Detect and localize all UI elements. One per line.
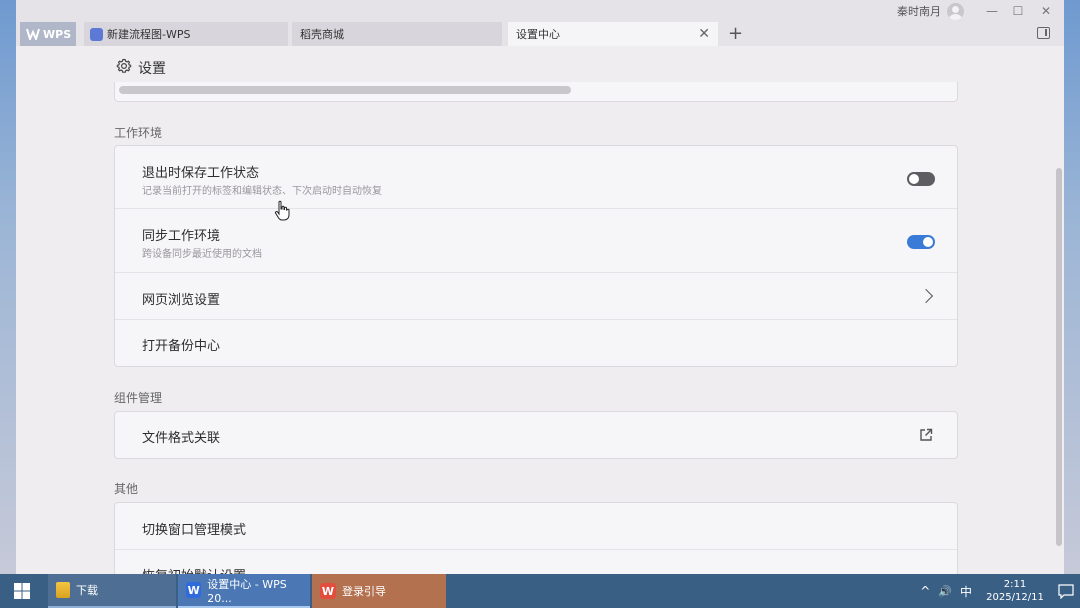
previous-card-bottom	[114, 82, 958, 102]
row-sync-workspace: 同步工作环境 跨设备同步最近使用的文档	[115, 209, 957, 273]
taskbar: 下载 W 设置中心 - WPS 20... W 登录引导 ^ 🔊 中 2:11 …	[0, 574, 1080, 608]
clock-time: 2:11	[1003, 579, 1027, 590]
wps-icon: W	[320, 583, 336, 599]
row-switch-window-mode[interactable]: 切换窗口管理模式	[115, 503, 957, 550]
flowchart-icon	[90, 27, 103, 41]
user-name: 秦时南月	[897, 5, 941, 18]
minimize-button[interactable]: —	[982, 2, 1002, 20]
taskbar-item-downloads[interactable]: 下载	[48, 574, 176, 608]
volume-icon[interactable]: 🔊	[938, 585, 952, 598]
notification-icon[interactable]	[1052, 574, 1080, 608]
section-label-other: 其他	[114, 482, 139, 496]
row-title: 文件格式关联	[142, 431, 221, 446]
components-card: 文件格式关联	[114, 411, 958, 459]
row-title: 退出时保存工作状态	[142, 166, 260, 181]
row-description: 记录当前打开的标签和编辑状态、下次启动时自动恢复	[142, 186, 382, 197]
chat-bubble-icon	[1058, 583, 1074, 599]
sidebar-toggle-icon[interactable]	[1037, 27, 1050, 39]
clock-date: 2025/12/11	[986, 592, 1044, 603]
tab-settings-center[interactable]: 设置中心 ✕	[508, 22, 718, 46]
ime-indicator[interactable]: 中	[960, 583, 972, 600]
row-description: 跨设备同步最近使用的文档	[142, 249, 262, 260]
clock[interactable]: 2:11 2025/12/11	[984, 578, 1046, 604]
system-tray: ^ 🔊 中 2:11 2025/12/11	[912, 574, 1080, 608]
tab-label: 新建流程图-WPS	[107, 28, 191, 41]
desktop-background-left	[0, 0, 16, 574]
external-link-icon	[920, 428, 933, 441]
start-button[interactable]	[0, 574, 44, 608]
gear-icon	[116, 58, 132, 73]
section-label-components: 组件管理	[114, 391, 163, 405]
settings-content: 工作环境 退出时保存工作状态 记录当前打开的标签和编辑状态、下次启动时自动恢复 …	[16, 82, 1064, 574]
save-state-toggle[interactable]	[907, 172, 935, 186]
user-account[interactable]: 秦时南月	[897, 1, 964, 21]
tray-chevron-icon[interactable]: ^	[920, 584, 930, 598]
taskbar-item-login-guide[interactable]: W 登录引导	[312, 574, 446, 608]
row-title: 打开备份中心	[142, 339, 221, 354]
wps-window: 秦时南月 — ☐ ✕ WPS 新建流程图-WPS 稻壳商城 设置中心 ✕ + 设…	[16, 0, 1064, 574]
tab-strip: WPS 新建流程图-WPS 稻壳商城 设置中心 ✕ +	[16, 22, 1064, 46]
taskbar-item-label: 登录引导	[342, 585, 386, 598]
wps-icon: W	[186, 582, 202, 598]
taskbar-item-label: 设置中心 - WPS 20...	[207, 577, 287, 605]
folder-icon	[56, 582, 70, 598]
tab-docer-mall[interactable]: 稻壳商城	[292, 22, 502, 46]
workspace-card: 退出时保存工作状态 记录当前打开的标签和编辑状态、下次启动时自动恢复 同步工作环…	[114, 145, 958, 367]
windows-icon	[14, 583, 30, 599]
taskbar-item-label: 下载	[76, 584, 98, 597]
row-open-backup-center[interactable]: 打开备份中心	[115, 320, 957, 366]
avatar-icon	[947, 2, 964, 20]
vertical-scrollbar[interactable]	[1056, 168, 1062, 546]
page-title: 设置	[138, 61, 166, 77]
row-web-browsing-settings[interactable]: 网页浏览设置	[115, 273, 957, 320]
title-bar: 秦时南月 — ☐ ✕	[16, 0, 1064, 22]
row-file-format-association[interactable]: 文件格式关联	[115, 412, 957, 458]
row-title: 恢复初始默认设置	[142, 565, 246, 574]
row-title: 网页浏览设置	[142, 293, 221, 308]
maximize-button[interactable]: ☐	[1008, 2, 1028, 20]
other-card: 切换窗口管理模式 恢复初始默认设置	[114, 502, 958, 574]
desktop-background-right	[1064, 0, 1080, 574]
tab-label: 设置中心	[516, 28, 560, 41]
row-title: 同步工作环境	[142, 229, 221, 244]
row-save-state-on-exit: 退出时保存工作状态 记录当前打开的标签和编辑状态、下次启动时自动恢复	[115, 146, 957, 209]
tab-wps-home[interactable]: WPS	[20, 22, 76, 46]
tab-flowchart[interactable]: 新建流程图-WPS	[84, 22, 288, 46]
close-window-button[interactable]: ✕	[1036, 2, 1056, 20]
row-title: 切换窗口管理模式	[142, 523, 247, 538]
section-label-workspace: 工作环境	[114, 126, 163, 140]
tab-label: 稻壳商城	[300, 28, 344, 41]
row-restore-defaults[interactable]: 恢复初始默认设置	[115, 550, 957, 574]
sync-workspace-toggle[interactable]	[907, 235, 935, 249]
chevron-right-icon	[918, 288, 934, 304]
wps-logo-icon	[26, 28, 40, 40]
add-tab-button[interactable]: +	[728, 23, 743, 44]
tab-close-icon[interactable]: ✕	[698, 26, 710, 42]
tab-label: WPS	[43, 27, 72, 41]
hand-cursor-icon	[274, 200, 290, 221]
horizontal-scrollbar[interactable]	[119, 86, 571, 94]
taskbar-item-settings-center[interactable]: W 设置中心 - WPS 20...	[178, 574, 310, 608]
